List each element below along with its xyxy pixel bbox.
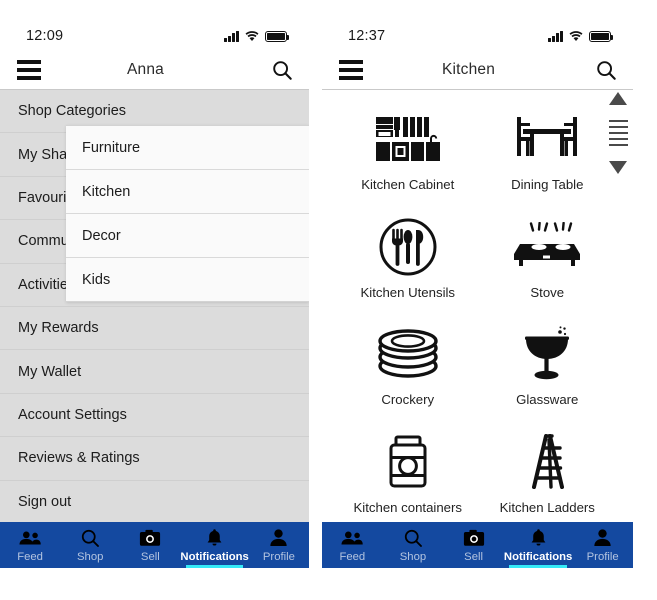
status-bar: 12:37 <box>322 0 633 50</box>
screenshot-stage: 12:09 Anna Shop Categories My Sha Favour… <box>0 0 657 600</box>
dining-table-icon <box>513 110 581 168</box>
drawer-item-sign-out[interactable]: Sign out <box>0 481 309 524</box>
person-icon <box>593 527 612 548</box>
tab-feed[interactable]: Feed <box>322 522 383 568</box>
glassware-icon <box>520 325 574 383</box>
tab-profile[interactable]: Profile <box>572 522 633 568</box>
status-bar: 12:09 <box>0 0 309 50</box>
submenu-item-kids[interactable]: Kids <box>66 258 309 302</box>
people-icon <box>340 527 364 548</box>
category-kitchen-cabinet[interactable]: Kitchen Cabinet <box>338 97 478 205</box>
submenu-item-kitchen[interactable]: Kitchen <box>66 170 309 214</box>
page-title: Anna <box>127 60 164 78</box>
phone-screen-right: 12:37 Kitchen Kitchen Cabinet Dining Tab… <box>322 0 633 600</box>
category-label: Kitchen Ladders <box>499 500 595 516</box>
signal-bars-icon <box>548 30 563 42</box>
stove-icon <box>512 218 582 276</box>
nav-bar: Kitchen <box>322 50 633 90</box>
drawer-item-my-wallet[interactable]: My Wallet <box>0 350 309 394</box>
category-glassware[interactable]: Glassware <box>478 313 618 421</box>
category-label: Kitchen containers <box>353 500 463 516</box>
status-indicators <box>224 30 290 42</box>
status-time: 12:09 <box>26 28 64 44</box>
search-icon <box>403 527 423 548</box>
kitchen-ladder-icon <box>520 433 574 491</box>
tab-label: Profile <box>262 551 295 563</box>
category-stove[interactable]: Stove <box>478 205 618 313</box>
tab-notifications[interactable]: Notifications <box>180 522 249 568</box>
bell-icon <box>206 527 223 548</box>
people-icon <box>18 527 42 548</box>
wifi-icon <box>569 30 583 41</box>
category-label: Glassware <box>516 392 579 408</box>
category-grid: Kitchen Cabinet Dining Table Kitchen Ute… <box>322 91 633 532</box>
tab-sell[interactable]: Sell <box>120 522 180 568</box>
drawer-item-reviews-ratings[interactable]: Reviews & Ratings <box>0 437 309 481</box>
crockery-icon <box>376 325 440 383</box>
bottom-tab-bar: Feed Shop Sell Notifications Profile <box>0 522 309 568</box>
bottom-tab-bar: Feed Shop Sell Notifications Profile <box>322 522 633 568</box>
status-time: 12:37 <box>348 28 386 44</box>
category-label: Dining Table <box>511 176 584 192</box>
category-label: Stove <box>530 284 565 300</box>
signal-bars-icon <box>224 30 239 42</box>
submenu-item-furniture[interactable]: Furniture <box>66 126 309 170</box>
camera-icon <box>463 527 485 548</box>
tab-shop[interactable]: Shop <box>60 522 120 568</box>
search-icon <box>80 527 100 548</box>
tab-shop[interactable]: Shop <box>383 522 444 568</box>
bell-icon <box>530 527 547 548</box>
category-label: Kitchen Cabinet <box>361 176 455 192</box>
category-kitchen-ladders[interactable]: Kitchen Ladders <box>478 420 618 528</box>
status-indicators <box>548 30 614 42</box>
category-kitchen-containers[interactable]: Kitchen containers <box>338 420 478 528</box>
search-icon[interactable] <box>579 59 633 81</box>
camera-icon <box>139 527 161 548</box>
tab-sell[interactable]: Sell <box>443 522 504 568</box>
tab-feed[interactable]: Feed <box>0 522 60 568</box>
person-icon <box>269 527 288 548</box>
tab-notifications[interactable]: Notifications <box>504 522 572 568</box>
tab-label: Notifications <box>180 551 249 563</box>
tab-label: Notifications <box>503 551 573 563</box>
submenu-item-decor[interactable]: Decor <box>66 214 309 258</box>
tab-label: Shop <box>399 551 427 563</box>
tab-label: Feed <box>339 551 366 563</box>
tab-label: Sell <box>140 551 160 563</box>
nav-bar: Anna <box>0 50 309 90</box>
category-dining-table[interactable]: Dining Table <box>478 97 618 205</box>
page-title: Kitchen <box>441 60 496 78</box>
tab-profile[interactable]: Profile <box>249 522 309 568</box>
tab-label: Shop <box>77 551 104 563</box>
category-crockery[interactable]: Crockery <box>338 313 478 421</box>
phone-screen-left: 12:09 Anna Shop Categories My Sha Favour… <box>0 0 309 600</box>
wifi-icon <box>245 30 259 41</box>
category-label: Crockery <box>381 392 435 408</box>
tab-label: Feed <box>17 551 43 563</box>
category-kitchen-utensils[interactable]: Kitchen Utensils <box>338 205 478 313</box>
battery-icon <box>265 30 290 42</box>
search-icon[interactable] <box>255 59 309 81</box>
drawer-item-my-rewards[interactable]: My Rewards <box>0 307 309 351</box>
tab-label: Profile <box>586 551 619 563</box>
tab-label: Sell <box>464 551 484 563</box>
kitchen-container-icon <box>383 433 433 491</box>
category-label: Kitchen Utensils <box>360 284 456 300</box>
kitchen-cabinet-icon <box>372 110 444 168</box>
shop-categories-submenu: Furniture Kitchen Decor Kids <box>66 125 309 302</box>
drawer-item-account-settings[interactable]: Account Settings <box>0 394 309 438</box>
battery-icon <box>589 30 614 42</box>
kitchen-utensils-icon <box>378 218 438 276</box>
